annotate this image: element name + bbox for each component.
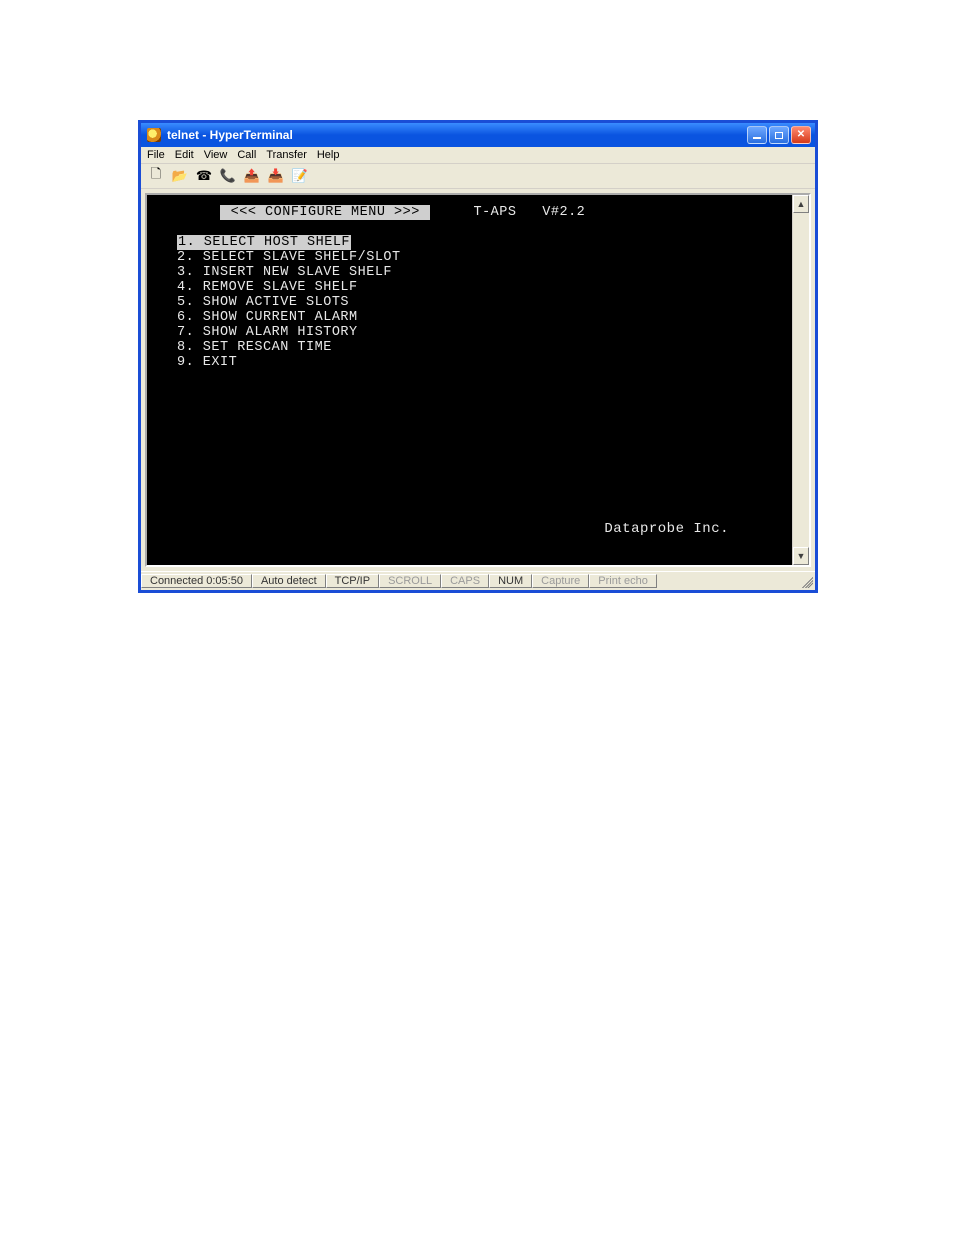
disconnect-icon[interactable]: 📞 bbox=[219, 167, 237, 185]
scroll-down-icon[interactable]: ▼ bbox=[793, 547, 809, 565]
window-controls bbox=[747, 126, 811, 144]
menu-edit[interactable]: Edit bbox=[175, 149, 194, 161]
menu-item-4[interactable]: 4. REMOVE SLAVE SHELF bbox=[177, 280, 358, 295]
status-caps: CAPS bbox=[441, 574, 489, 588]
status-protocol: TCP/IP bbox=[326, 574, 379, 588]
menu-view[interactable]: View bbox=[204, 149, 228, 161]
new-file-icon[interactable]: 🗋 bbox=[147, 167, 165, 185]
connect-icon[interactable]: ☎ bbox=[195, 167, 213, 185]
menu-call[interactable]: Call bbox=[237, 149, 256, 161]
menu-item-2[interactable]: 2. SELECT SLAVE SHELF/SLOT bbox=[177, 250, 401, 265]
company-label: Dataprobe Inc. bbox=[604, 521, 729, 537]
statusbar: Connected 0:05:50 Auto detect TCP/IP SCR… bbox=[141, 571, 815, 590]
status-scroll: SCROLL bbox=[379, 574, 441, 588]
window-title: telnet - HyperTerminal bbox=[167, 128, 293, 142]
app-window: telnet - HyperTerminal File Edit View Ca… bbox=[138, 120, 818, 593]
menu-item-9[interactable]: 9. EXIT bbox=[177, 355, 237, 370]
menu-item-5[interactable]: 5. SHOW ACTIVE SLOTS bbox=[177, 295, 349, 310]
configure-menu-title: <<< CONFIGURE MENU >>> bbox=[220, 205, 430, 220]
open-file-icon[interactable]: 📂 bbox=[171, 167, 189, 185]
menu-help[interactable]: Help bbox=[317, 149, 340, 161]
menu-transfer[interactable]: Transfer bbox=[266, 149, 307, 161]
status-connected: Connected 0:05:50 bbox=[141, 574, 252, 588]
version-label: T-APS V#2.2 bbox=[473, 205, 585, 220]
scroll-up-icon[interactable]: ▲ bbox=[793, 195, 809, 213]
menubar: File Edit View Call Transfer Help bbox=[141, 147, 815, 164]
status-capture: Capture bbox=[532, 574, 589, 588]
status-num: NUM bbox=[489, 574, 532, 588]
scroll-track[interactable] bbox=[793, 213, 809, 547]
app-icon bbox=[147, 128, 161, 142]
close-button[interactable] bbox=[791, 126, 811, 144]
maximize-button[interactable] bbox=[769, 126, 789, 144]
status-printecho: Print echo bbox=[589, 574, 657, 588]
terminal-frame: <<< CONFIGURE MENU >>> T-APS V#2.2 1. SE… bbox=[145, 193, 811, 567]
menu-item-7[interactable]: 7. SHOW ALARM HISTORY bbox=[177, 325, 358, 340]
titlebar[interactable]: telnet - HyperTerminal bbox=[141, 123, 815, 147]
toolbar: 🗋 📂 ☎ 📞 📤 📥 📝 bbox=[141, 164, 815, 189]
menu-item-3[interactable]: 3. INSERT NEW SLAVE SHELF bbox=[177, 265, 392, 280]
menu-file[interactable]: File bbox=[147, 149, 165, 161]
menu-item-6[interactable]: 6. SHOW CURRENT ALARM bbox=[177, 310, 358, 325]
minimize-button[interactable] bbox=[747, 126, 767, 144]
status-autodetect: Auto detect bbox=[252, 574, 326, 588]
send-icon[interactable]: 📤 bbox=[243, 167, 261, 185]
receive-icon[interactable]: 📥 bbox=[267, 167, 285, 185]
terminal-content[interactable]: <<< CONFIGURE MENU >>> T-APS V#2.2 1. SE… bbox=[147, 195, 809, 370]
resize-grip-icon[interactable] bbox=[799, 574, 813, 588]
properties-icon[interactable]: 📝 bbox=[291, 167, 309, 185]
client-area: <<< CONFIGURE MENU >>> T-APS V#2.2 1. SE… bbox=[141, 189, 815, 571]
menu-item-1[interactable]: 1. SELECT HOST SHELF bbox=[177, 235, 351, 250]
vertical-scrollbar[interactable]: ▲ ▼ bbox=[792, 195, 809, 565]
menu-item-8[interactable]: 8. SET RESCAN TIME bbox=[177, 340, 332, 355]
